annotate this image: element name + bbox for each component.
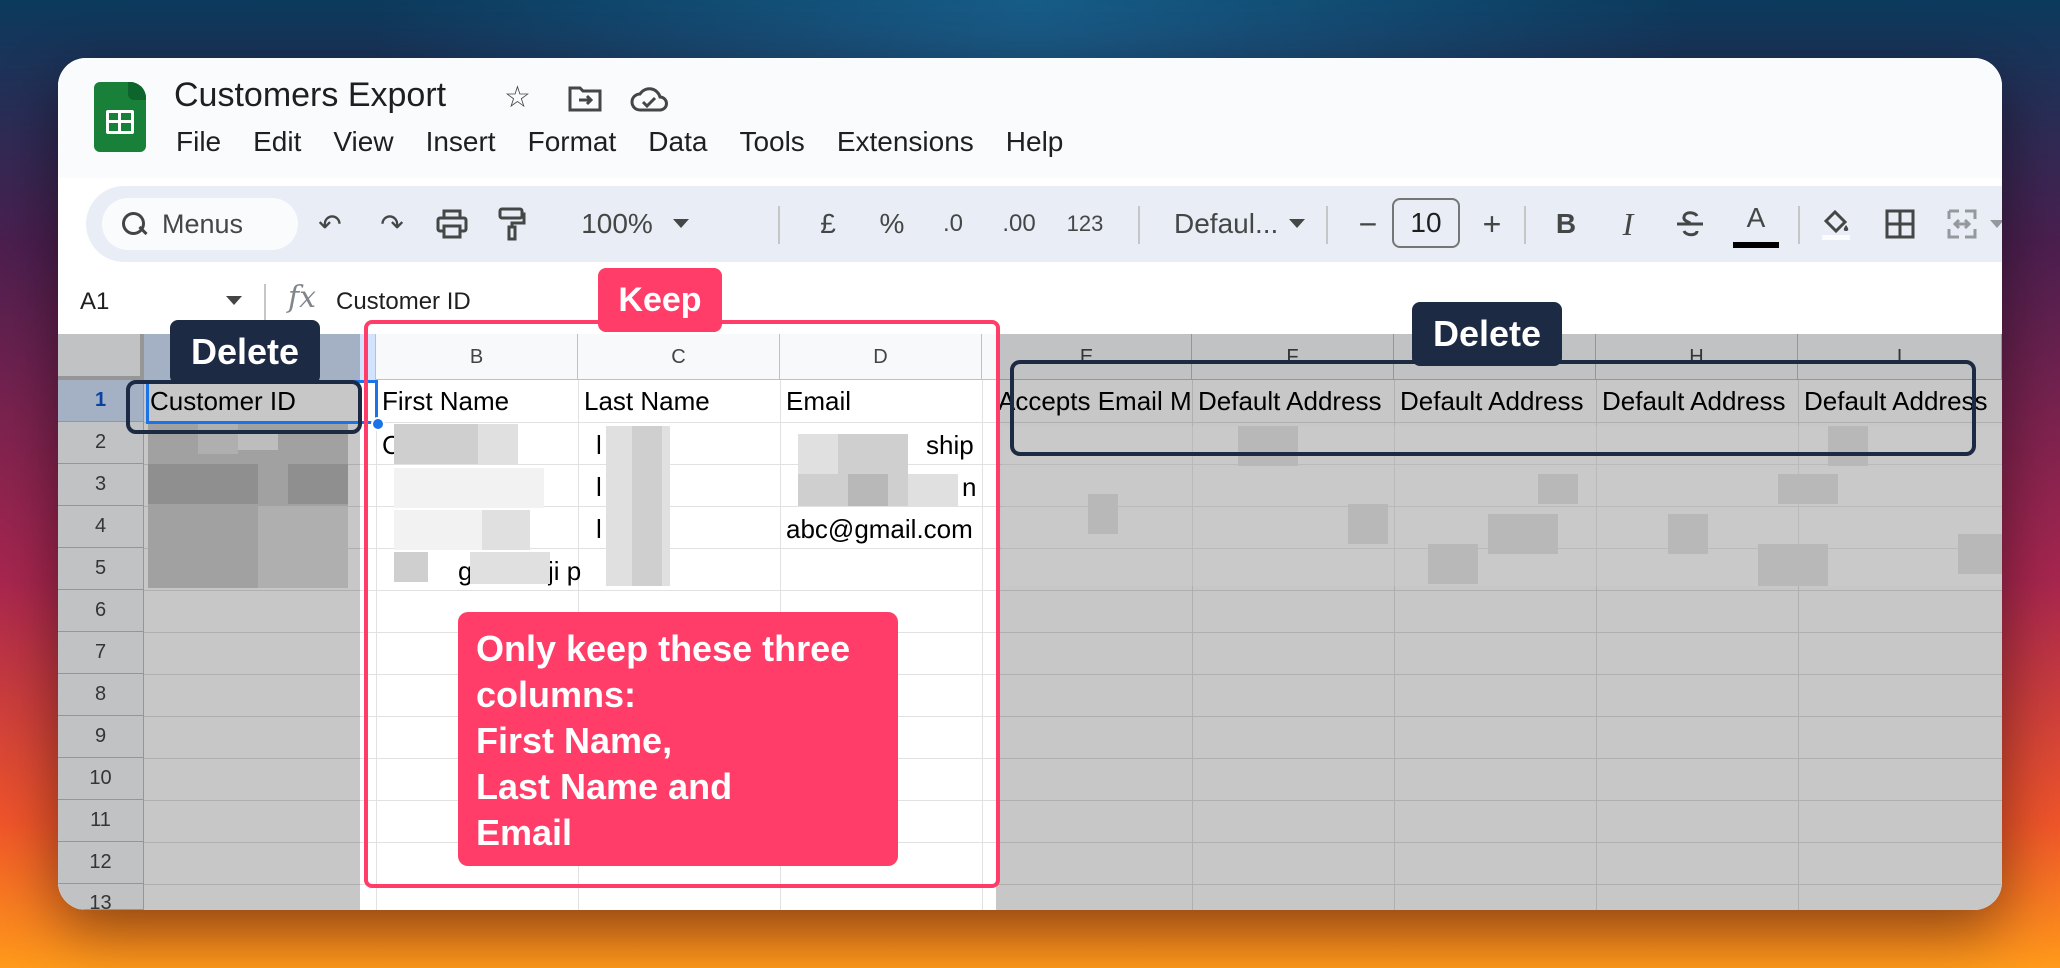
redo-icon[interactable]: ↷ xyxy=(372,202,412,246)
star-icon[interactable]: ☆ xyxy=(504,80,531,115)
instruction-note: Only keep these three columns: First Nam… xyxy=(458,612,898,866)
menu-view[interactable]: View xyxy=(317,126,409,158)
merge-cells-icon[interactable] xyxy=(1942,202,1982,246)
menu-data[interactable]: Data xyxy=(632,126,723,158)
menu-format[interactable]: Format xyxy=(512,126,633,158)
menus-search-label: Menus xyxy=(162,208,244,239)
decrease-font-size-button[interactable]: − xyxy=(1348,202,1388,246)
text-color-button[interactable]: A xyxy=(1736,196,1776,240)
note-line: Last Name and xyxy=(476,766,733,807)
zoom-select[interactable]: 100% xyxy=(572,202,662,246)
currency-format-button[interactable]: £ xyxy=(808,202,848,246)
fill-color-icon[interactable] xyxy=(1816,202,1856,246)
decrease-decimal-button[interactable]: .0 xyxy=(928,202,978,246)
menu-extensions[interactable]: Extensions xyxy=(821,126,990,158)
move-folder-icon[interactable] xyxy=(568,84,602,120)
note-line: columns: xyxy=(476,674,637,715)
keep-label: Keep xyxy=(598,268,722,332)
paint-format-icon[interactable] xyxy=(492,202,532,246)
note-line: Email xyxy=(476,812,573,853)
bold-button[interactable]: B xyxy=(1546,202,1586,246)
name-box[interactable]: A1 xyxy=(80,288,109,316)
undo-icon[interactable]: ↶ xyxy=(310,202,350,246)
menu-tools[interactable]: Tools xyxy=(723,126,820,158)
delete-label-left: Delete xyxy=(170,320,320,384)
note-line: First Name, xyxy=(476,720,673,761)
italic-button[interactable]: I xyxy=(1608,202,1648,246)
toolbar-divider xyxy=(1798,206,1800,244)
more-formats-button[interactable]: 123 xyxy=(1056,202,1114,246)
note-line: Only keep these three xyxy=(476,628,851,669)
chevron-down-icon[interactable] xyxy=(668,202,694,246)
delete-highlight-right xyxy=(1010,360,1976,456)
decrease-decimal-label: .0 xyxy=(942,210,963,237)
toolbar-divider xyxy=(1138,206,1140,244)
menu-file[interactable]: File xyxy=(176,126,237,158)
menus-search[interactable]: Menus xyxy=(102,198,298,250)
cloud-saved-icon[interactable] xyxy=(630,86,668,120)
print-icon[interactable] xyxy=(430,202,474,246)
increase-font-size-button[interactable]: + xyxy=(1472,202,1512,246)
toolbar-divider xyxy=(1524,206,1526,244)
sheets-window: Customers Export ☆ File Edit View Insert… xyxy=(58,58,2002,910)
formula-bar: A1 fx Customer ID xyxy=(58,270,2002,334)
fx-icon: fx xyxy=(288,280,317,315)
toolbar: Menus ↶ ↷ 100% £ % .0 .00 123 Defaul... … xyxy=(86,186,2002,262)
increase-decimal-button[interactable]: .00 xyxy=(992,202,1046,246)
increase-decimal-label: .00 xyxy=(1002,210,1036,237)
delete-label-right: Delete xyxy=(1412,302,1562,366)
formula-divider xyxy=(264,284,266,320)
formula-input[interactable]: Customer ID xyxy=(336,288,471,316)
toolbar-divider xyxy=(1326,206,1328,244)
text-color-swatch xyxy=(1733,242,1779,248)
font-size-input[interactable]: 10 xyxy=(1392,198,1460,248)
percent-format-button[interactable]: % xyxy=(872,202,912,246)
menu-help[interactable]: Help xyxy=(990,126,1080,158)
menu-insert[interactable]: Insert xyxy=(410,126,512,158)
chevron-down-icon[interactable] xyxy=(226,296,242,305)
menu-bar: File Edit View Insert Format Data Tools … xyxy=(176,126,1079,158)
borders-icon[interactable] xyxy=(1880,202,1920,246)
chevron-down-icon[interactable] xyxy=(1284,202,1310,246)
search-icon xyxy=(122,212,146,236)
strikethrough-icon[interactable] xyxy=(1670,202,1710,246)
document-title[interactable]: Customers Export xyxy=(174,76,446,115)
app-header: Customers Export ☆ File Edit View Insert… xyxy=(58,58,2002,178)
sheets-logo-icon[interactable] xyxy=(94,82,146,152)
menu-edit[interactable]: Edit xyxy=(237,126,317,158)
delete-highlight-left xyxy=(126,380,362,434)
toolbar-divider xyxy=(778,206,780,244)
chevron-down-icon[interactable] xyxy=(1986,202,2002,246)
